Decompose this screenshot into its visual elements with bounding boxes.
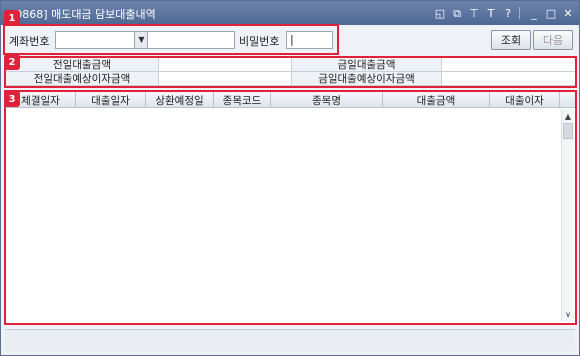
today-loan-value [442,58,576,72]
title-bar-controls: ◱ ⧉ ⊤ T ? _ □ ✕ [430,4,575,22]
window-title: [0868] 매도대금 담보대출내역 [11,8,156,21]
font-size-icon[interactable]: T [484,6,498,20]
chevron-down-icon[interactable]: ▼ [134,32,148,48]
marker-2: 2 [4,54,20,70]
account-number-combo[interactable]: ▼ [55,31,149,49]
marker-3: 3 [4,91,20,107]
prev-day-loan-value [159,58,292,72]
table-vertical-scrollbar[interactable]: ▲ ∨ [561,109,574,321]
prev-day-interest-label: 전일대출예상이자금액 [6,72,159,86]
search-button[interactable]: 조회 [491,30,531,50]
password-field[interactable]: | [286,31,333,49]
prev-day-interest-value [159,72,292,86]
maximize-icon[interactable]: □ [544,6,558,20]
column-header-stock-name[interactable]: 종목명 [271,92,383,108]
column-header-loan-amount[interactable]: 대출금액 [383,92,490,108]
table-header: 체결일자 대출일자 상환예정일 종목코드 종목명 대출금액 대출이자 [6,92,576,108]
loan-summary-grid: 전일대출금액 금일대출금액 전일대출예상이자금액 금일대출예상이자금액 [6,58,576,86]
today-interest-label: 금일대출예상이자금액 [292,72,442,86]
account-name-field[interactable] [147,31,235,49]
app-window: [0868] 매도대금 담보대출내역 ◱ ⧉ ⊤ T ? _ □ ✕ 1 계좌번… [0,0,580,356]
title-bar[interactable]: [0868] 매도대금 담보대출내역 ◱ ⧉ ⊤ T ? _ □ ✕ [1,1,579,25]
scroll-up-icon[interactable]: ▲ [562,110,574,122]
window-restore-icon[interactable]: ◱ [433,6,447,20]
close-icon[interactable]: ✕ [561,6,575,20]
column-header-loan-date[interactable]: 대출일자 [76,92,146,108]
account-query-row: 계좌번호 ▼ 비밀번호 | 조회 다음 [5,28,577,53]
column-header-stock-code[interactable]: 종목코드 [214,92,271,108]
scroll-down-icon[interactable]: ∨ [562,308,574,320]
pin-icon[interactable]: ⊤ [467,6,481,20]
prev-day-loan-label: 전일대출금액 [6,58,159,72]
password-label: 비밀번호 [239,35,280,48]
status-bar [5,329,575,351]
minimize-icon[interactable]: _ [527,6,541,20]
window-link-icon[interactable]: ⧉ [450,6,464,20]
scroll-thumb[interactable] [563,123,573,139]
column-header-loan-interest[interactable]: 대출이자 [490,92,560,108]
today-loan-label: 금일대출금액 [292,58,442,72]
marker-1: 1 [4,10,20,26]
column-header-repayment-date[interactable]: 상환예정일 [146,92,214,108]
next-button[interactable]: 다음 [533,30,573,50]
account-number-label: 계좌번호 [9,35,50,48]
help-icon[interactable]: ? [501,6,515,20]
loan-history-table[interactable]: 체결일자 대출일자 상환예정일 종목코드 종목명 대출금액 대출이자 ▲ ∨ [6,92,576,323]
title-bar-divider [519,7,520,19]
today-interest-value [442,72,576,86]
